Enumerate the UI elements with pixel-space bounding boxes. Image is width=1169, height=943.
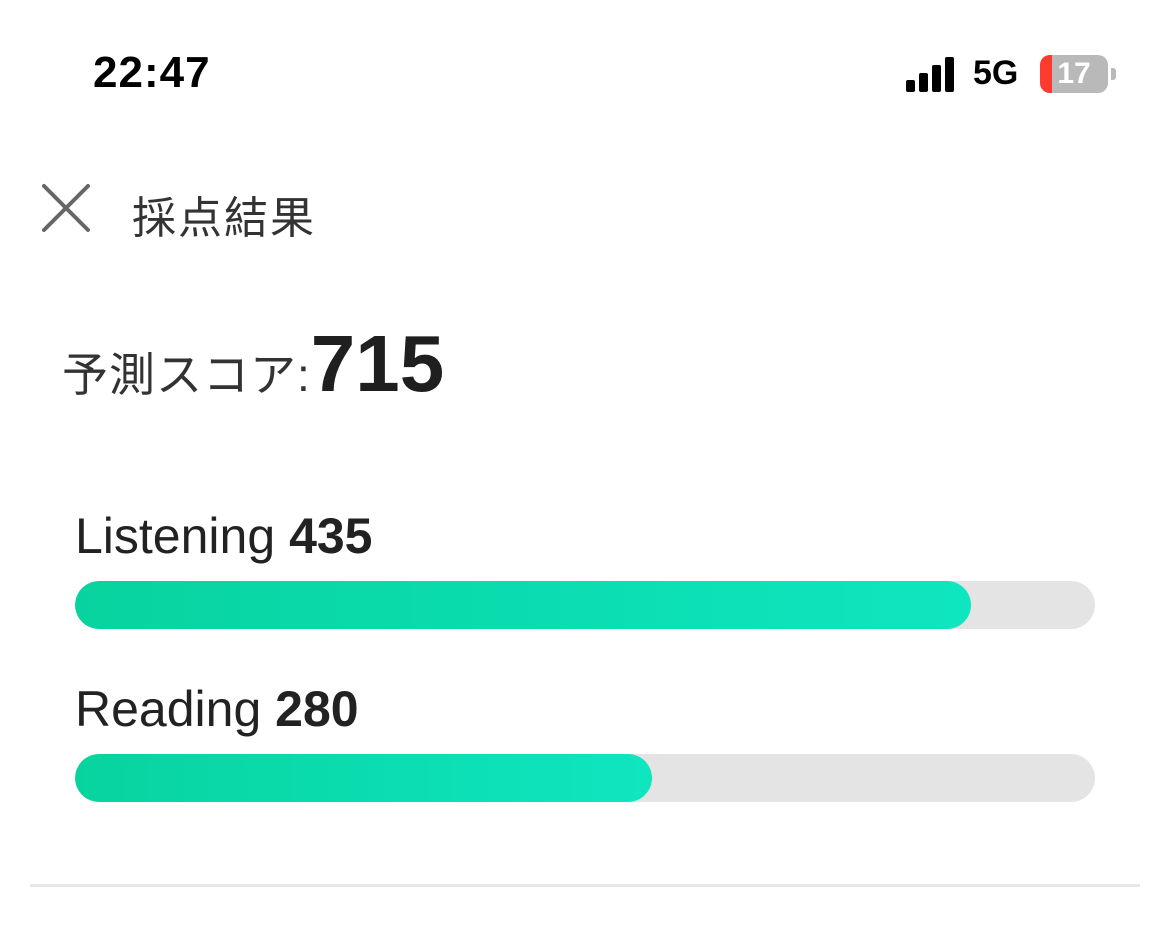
listening-label: Listening [75, 508, 276, 564]
listening-progress-fill [75, 581, 971, 629]
predicted-score-label: 予測スコア: [62, 349, 311, 401]
battery-level: 17 [1057, 57, 1091, 90]
reading-score: 280 [275, 681, 359, 737]
battery-nub [1111, 68, 1116, 80]
reading-label: Reading [75, 681, 262, 737]
status-bar: 22:47 5G 17 [0, 0, 1169, 150]
reading-section: Reading 280 [75, 678, 1095, 802]
page-title: 採点結果 [132, 194, 316, 243]
predicted-score: 予測スコア:715 [62, 318, 444, 410]
reading-label-row: Reading 280 [75, 678, 1095, 740]
network-type: 5G [973, 54, 1019, 92]
predicted-score-value: 715 [310, 319, 445, 408]
status-time: 22:47 [93, 48, 211, 97]
reading-progress-track [75, 754, 1095, 802]
listening-label-row: Listening 435 [75, 505, 1095, 567]
reading-progress-fill [75, 754, 653, 802]
battery-icon: 17 [1040, 55, 1108, 93]
signal-strength-icon [906, 56, 958, 92]
divider [30, 884, 1140, 887]
listening-progress-track [75, 581, 1095, 629]
listening-section: Listening 435 [75, 505, 1095, 629]
header: 採点結果 [0, 160, 1169, 260]
close-icon[interactable] [40, 182, 92, 234]
listening-score: 435 [289, 508, 373, 564]
